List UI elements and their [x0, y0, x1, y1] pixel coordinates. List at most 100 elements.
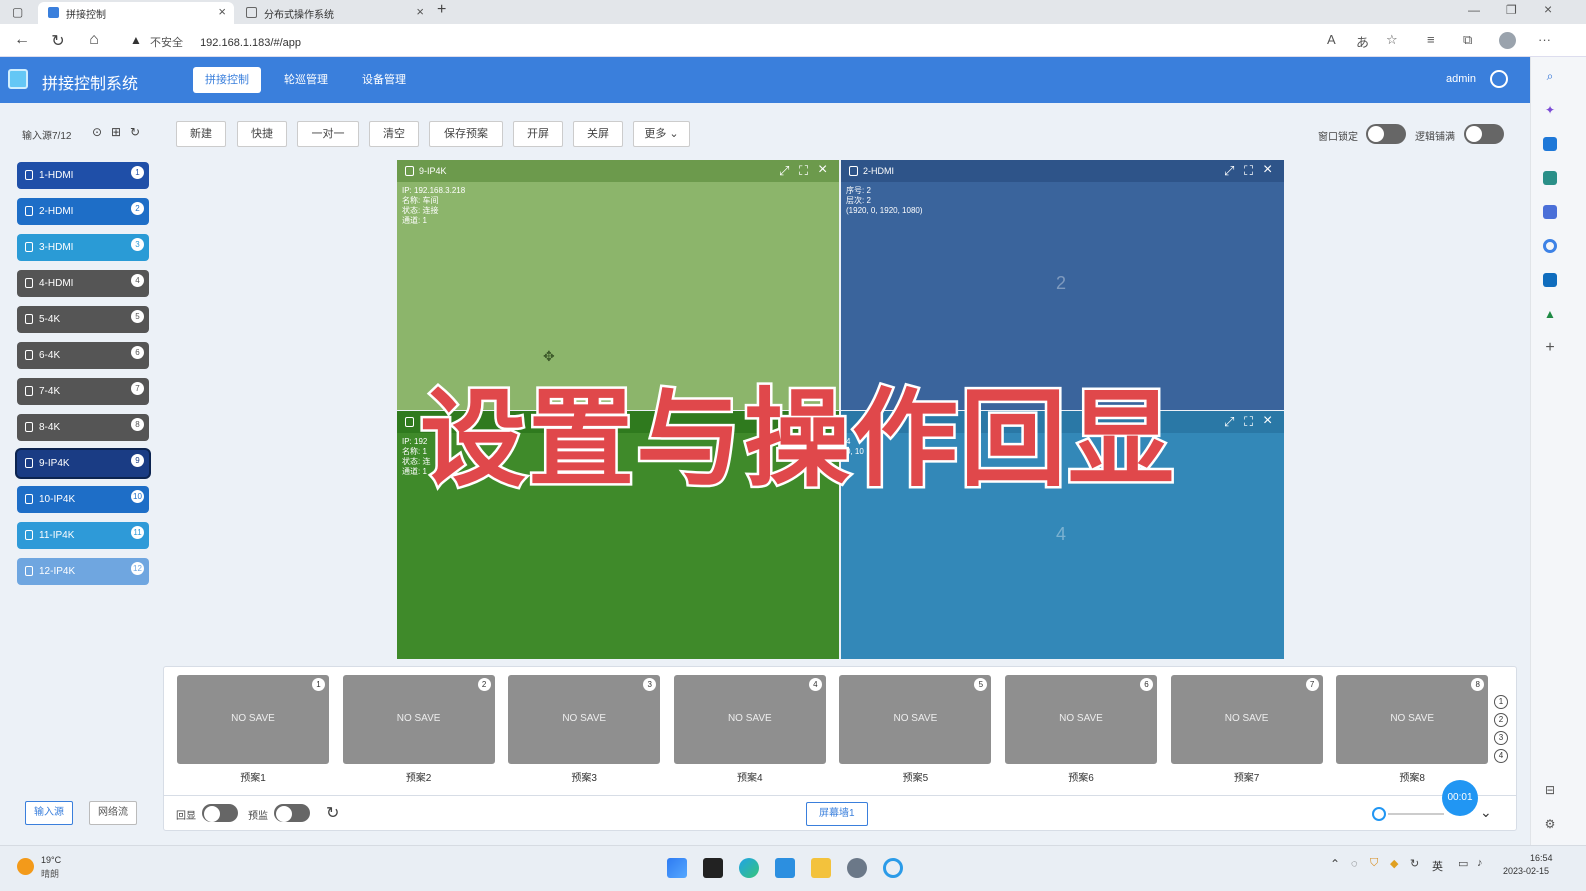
expand-icon[interactable]: ⤢ [1224, 414, 1234, 430]
close-window-icon[interactable]: × [1263, 412, 1272, 430]
refresh-sources-icon[interactable]: ↻ [130, 125, 140, 139]
tray-expand-icon[interactable]: ⌃ [1330, 857, 1340, 871]
app-icon[interactable] [775, 858, 795, 878]
edge-icon[interactable] [739, 858, 759, 878]
nav-tab-tour[interactable]: 轮巡管理 [272, 67, 340, 93]
source-item[interactable]: 8-4K 8 [17, 414, 149, 441]
remote-icon[interactable] [883, 858, 903, 878]
slider-handle[interactable] [1372, 807, 1386, 821]
start-icon[interactable] [667, 858, 687, 878]
source-item[interactable]: 11-IP4K 11 [17, 522, 149, 549]
games-icon[interactable] [1543, 205, 1557, 219]
user-icon[interactable] [1490, 70, 1508, 88]
home-icon[interactable]: ⌂ [84, 31, 104, 49]
source-item[interactable]: 4-HDMI 4 [17, 270, 149, 297]
tray-icon[interactable]: ◌ [1351, 858, 1358, 870]
refresh-icon[interactable]: ↻ [48, 31, 68, 51]
fullscreen-icon[interactable]: ⛶ [799, 163, 808, 179]
fullscreen-icon[interactable]: ⛶ [1244, 163, 1253, 179]
preset-page-button[interactable]: 2 [1494, 713, 1508, 727]
weather-sun-icon[interactable] [17, 858, 34, 875]
favorite-icon[interactable]: ☆ [1386, 32, 1398, 48]
clock-time[interactable]: 16:54 [1530, 853, 1553, 863]
save-preset-button[interactable]: 保存预案 [429, 121, 503, 147]
close-window-icon[interactable]: × [1263, 161, 1272, 179]
tab-actions-icon[interactable]: ▢ [12, 5, 23, 19]
wall-window-1[interactable]: 9-IP4K ⤢ ⛶ × IP: 192.168.3.218 名称: 车间 状态… [397, 160, 839, 410]
close-tab-icon[interactable]: × [218, 4, 226, 19]
source-item[interactable]: 3-HDMI 3 [17, 234, 149, 261]
tools-icon[interactable] [1543, 171, 1557, 185]
tag-icon[interactable] [1543, 137, 1557, 151]
source-item[interactable]: 10-IP4K 10 [17, 486, 149, 513]
more-icon[interactable]: ··· [1538, 32, 1551, 47]
add-icon[interactable]: + [1543, 340, 1557, 356]
window-close-icon[interactable]: × [1544, 1, 1552, 17]
clear-button[interactable]: 清空 [369, 121, 419, 147]
preset-card[interactable]: NO SAVE 8 [1336, 675, 1489, 764]
logic-fill-toggle[interactable] [1464, 124, 1504, 144]
more-button[interactable]: 更多 ⌄ [633, 121, 690, 147]
preset-card[interactable]: NO SAVE 3 [508, 675, 661, 764]
preset-card[interactable]: NO SAVE 7 [1170, 675, 1323, 764]
source-item[interactable]: 9-IP4K 9 [17, 450, 149, 477]
screen-wall-button[interactable]: 屏幕墙1 [806, 802, 868, 826]
expand-icon[interactable]: ⤢ [779, 163, 789, 179]
preset-card[interactable]: NO SAVE 4 [673, 675, 826, 764]
sidebar-layout-icon[interactable]: ⊟ [1543, 783, 1557, 797]
close-window-icon[interactable]: × [818, 161, 827, 179]
nav-tab-device[interactable]: 设备管理 [350, 67, 418, 93]
preset-card[interactable]: NO SAVE 5 [839, 675, 992, 764]
task-view-icon[interactable] [703, 858, 723, 878]
file-explorer-icon[interactable] [811, 858, 831, 878]
settings-icon[interactable]: ⚙ [1543, 817, 1557, 831]
settings-icon[interactable] [847, 858, 867, 878]
source-item[interactable]: 7-4K 7 [17, 378, 149, 405]
quick-button[interactable]: 快捷 [237, 121, 287, 147]
window-header[interactable]: 2-HDMI [841, 160, 1284, 182]
input-source-button[interactable]: 输入源 [25, 801, 73, 825]
preset-page-button[interactable]: 4 [1494, 749, 1508, 763]
minimize-icon[interactable]: — [1468, 3, 1480, 17]
copilot-icon[interactable]: ✦ [1543, 103, 1557, 117]
browser-tab-2[interactable]: 分布式操作系统 × [236, 2, 432, 24]
user-name[interactable]: admin [1446, 73, 1476, 85]
favorites-list-icon[interactable]: ≡ [1427, 32, 1435, 47]
translate-icon[interactable]: あ [1356, 32, 1369, 51]
tray-sync-icon[interactable]: ↻ [1410, 857, 1419, 870]
browser-tab-1[interactable]: 拼接控制 × [38, 2, 234, 24]
preview-toggle[interactable] [274, 804, 310, 822]
slider-track[interactable] [1388, 813, 1444, 815]
source-item[interactable]: 6-4K 6 [17, 342, 149, 369]
wall-window-2[interactable]: 2-HDMI ⤢ ⛶ × 序号: 2 层次: 2 (1920, 0, 1920,… [841, 160, 1284, 410]
new-tab-icon[interactable]: + [437, 1, 446, 19]
screen-off-button[interactable]: 关屏 [573, 121, 623, 147]
echo-toggle[interactable] [202, 804, 238, 822]
volume-icon[interactable]: ♪ [1477, 857, 1483, 869]
preset-card[interactable]: NO SAVE 1 [177, 675, 329, 764]
tray-app-icon[interactable]: ◆ [1390, 857, 1398, 870]
preset-page-button[interactable]: 3 [1494, 731, 1508, 745]
office-icon[interactable] [1543, 239, 1557, 253]
fullscreen-icon[interactable]: ⛶ [1244, 414, 1253, 430]
collections-icon[interactable]: ⧉ [1463, 32, 1472, 48]
tree-icon[interactable]: ▲ [1543, 307, 1557, 321]
search-icon[interactable]: ⌕ [1543, 69, 1557, 83]
weather-temp[interactable]: 19°C [41, 855, 61, 865]
profile-avatar[interactable] [1499, 32, 1516, 49]
play-icon[interactable]: ⊙ [92, 125, 102, 139]
ime-indicator[interactable]: 英 [1432, 858, 1443, 874]
source-item[interactable]: 5-4K 5 [17, 306, 149, 333]
nav-tab-splice[interactable]: 拼接控制 [193, 67, 261, 93]
expand-icon[interactable]: ⤢ [1224, 163, 1234, 179]
preset-page-button[interactable]: 1 [1494, 695, 1508, 709]
source-item[interactable]: 2-HDMI 2 [17, 198, 149, 225]
url-field[interactable]: 不安全 192.168.1.183/#/app [150, 34, 301, 50]
window-lock-toggle[interactable] [1366, 124, 1406, 144]
weather-desc[interactable]: 晴朗 [41, 867, 59, 880]
screen-on-button[interactable]: 开屏 [513, 121, 563, 147]
restore-icon[interactable]: ❐ [1506, 3, 1517, 17]
timer-badge[interactable]: 00:01 [1442, 780, 1478, 816]
network-icon[interactable]: ▭ [1458, 857, 1468, 870]
outlook-icon[interactable] [1543, 273, 1557, 287]
